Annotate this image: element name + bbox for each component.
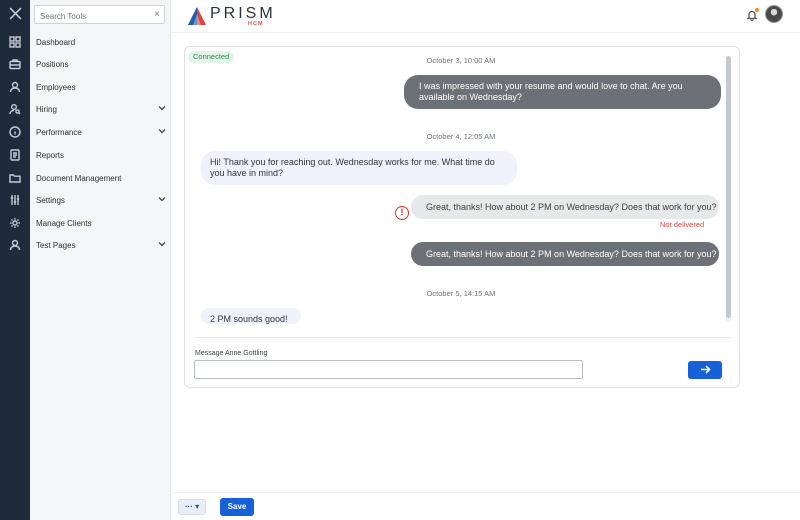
message-line: you have in mind? xyxy=(210,168,284,178)
incoming-message: 2 PM sounds good! xyxy=(201,308,301,324)
sidebar-item-label: Document Management xyxy=(36,173,122,183)
chat-card: Connected October 3, 10:00 AM I was impr… xyxy=(184,46,740,388)
notification-dot xyxy=(755,8,759,12)
composer-divider xyxy=(195,337,730,338)
outgoing-message: Great, thanks! How about 2 PM on Wednesd… xyxy=(411,242,719,266)
message-line: available on Wednesday? xyxy=(419,92,522,102)
footer-divider xyxy=(171,492,800,493)
outgoing-message: I was impressed with your resume and wou… xyxy=(404,75,721,109)
dashboard-icon[interactable] xyxy=(7,34,23,50)
sidebar-item-employees[interactable]: Employees xyxy=(36,79,166,95)
search-input[interactable] xyxy=(35,8,147,25)
person-icon[interactable] xyxy=(7,237,23,253)
sidebar-item-hiring[interactable]: Hiring xyxy=(36,101,166,117)
sidebar-item-document-management[interactable]: Document Management xyxy=(36,170,166,186)
incoming-message: Hi! Thank you for reaching out. Wednesda… xyxy=(201,151,517,185)
search-tools: × xyxy=(34,5,165,25)
sidebar-item-reports[interactable]: Reports xyxy=(36,147,166,163)
message-line: Great, thanks! How about 2 PM on Wednesd… xyxy=(426,202,717,212)
user-icon[interactable] xyxy=(7,79,23,95)
logo-text: PRISM xyxy=(210,5,276,22)
chat-scrollbar-thumb[interactable] xyxy=(726,56,731,318)
sidebar-item-label: Test Pages xyxy=(36,240,76,250)
sidebar-item-label: Performance xyxy=(36,127,82,137)
sidebar-item-dashboard[interactable]: Dashboard xyxy=(36,34,166,50)
send-button[interactable] xyxy=(688,361,722,379)
message-timestamp: October 3, 10:00 AM xyxy=(426,56,496,65)
failed-message[interactable]: Great, thanks! How about 2 PM on Wednesd… xyxy=(411,195,719,219)
message-line: Great, thanks! How about 2 PM on Wednesd… xyxy=(426,249,717,259)
prism-logo[interactable]: PRISM HCM xyxy=(187,5,277,27)
logo-subtext: HCM xyxy=(248,21,264,27)
more-actions-button[interactable]: ··· ▾ xyxy=(178,499,206,515)
notification-bell-icon[interactable] xyxy=(746,8,759,22)
chevron-down-icon[interactable] xyxy=(158,195,166,205)
not-delivered-label: Not delivered xyxy=(660,220,705,229)
sidebar-item-label: Manage Clients xyxy=(36,218,92,228)
sidebar-item-performance[interactable]: Performance xyxy=(36,124,166,140)
message-timestamp: October 5, 14:15 AM xyxy=(426,289,496,298)
message-input[interactable] xyxy=(194,360,583,379)
message-line: 2 PM sounds good! xyxy=(210,314,288,324)
app-window: × Dashboard Positions Employees Hiring P… xyxy=(0,0,800,520)
sidebar-item-label: Dashboard xyxy=(36,37,76,47)
chevron-down-icon[interactable] xyxy=(158,240,166,250)
sidebar-item-label: Reports xyxy=(36,150,65,160)
sidebar-item-test-pages[interactable]: Test Pages xyxy=(36,237,166,253)
header-divider xyxy=(171,32,800,33)
avatar[interactable] xyxy=(765,5,783,23)
prism-logo-icon xyxy=(188,7,206,25)
save-button[interactable]: Save xyxy=(220,498,254,516)
icon-rail xyxy=(0,0,30,520)
arrow-right-icon xyxy=(700,364,711,374)
sidebar-item-positions[interactable]: Positions xyxy=(36,56,166,72)
chevron-down-icon[interactable] xyxy=(158,104,166,114)
close-icon[interactable] xyxy=(7,5,23,21)
status-badge: Connected xyxy=(188,51,235,63)
message-line: Hi! Thank you for reaching out. Wednesda… xyxy=(210,157,495,167)
gear-icon[interactable] xyxy=(7,215,23,231)
info-icon[interactable] xyxy=(7,124,23,140)
sidebar-item-label: Hiring xyxy=(36,104,57,114)
sidebar-item-manage-clients[interactable]: Manage Clients xyxy=(36,215,166,231)
message-input-label: Message Anne Gottling xyxy=(195,350,268,357)
sidebar-item-label: Settings xyxy=(36,195,65,205)
user-search-icon[interactable] xyxy=(7,101,23,117)
settings-sliders-icon[interactable] xyxy=(7,192,23,208)
sidebar-item-label: Employees xyxy=(36,82,76,92)
message-line: I was impressed with your resume and wou… xyxy=(419,81,683,91)
error-icon[interactable]: ! xyxy=(395,206,409,220)
sidebar-item-settings[interactable]: Settings xyxy=(36,192,166,208)
briefcase-icon[interactable] xyxy=(7,56,23,72)
sidebar: × Dashboard Positions Employees Hiring P… xyxy=(30,0,171,520)
clear-search-icon[interactable]: × xyxy=(154,8,160,21)
folder-icon[interactable] xyxy=(7,170,23,186)
chevron-down-icon[interactable] xyxy=(158,127,166,137)
report-icon[interactable] xyxy=(7,147,23,163)
message-timestamp: October 4, 12:05 AM xyxy=(426,132,496,141)
sidebar-item-label: Positions xyxy=(36,59,69,69)
